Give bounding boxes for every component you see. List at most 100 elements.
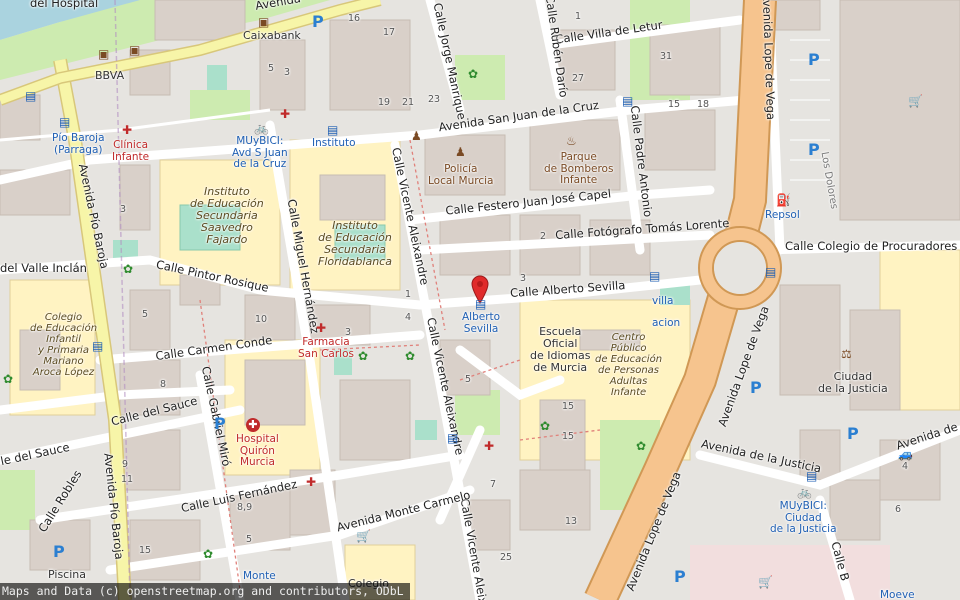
- place-repsol[interactable]: Repsol: [765, 209, 800, 222]
- bus-stop-icon[interactable]: ▤: [475, 298, 486, 310]
- bus-stop-icon[interactable]: ▤: [447, 432, 458, 444]
- parking-icon[interactable]: P: [53, 542, 65, 561]
- bus-stop-icon[interactable]: ▤: [806, 470, 817, 482]
- place-ies-saavedra[interactable]: Instituto de Educación Secundaria Saaved…: [190, 185, 264, 246]
- playground-icon[interactable]: ✿: [468, 68, 478, 80]
- house-number: 15: [562, 431, 575, 442]
- bus-stop-icon[interactable]: ▤: [622, 95, 633, 107]
- place-policia[interactable]: Policía Local Murcia: [428, 163, 493, 187]
- parking-icon[interactable]: P: [674, 567, 686, 586]
- place-farmacia[interactable]: Farmacia San Carlos: [298, 336, 354, 360]
- house-number: 15: [668, 99, 681, 110]
- bus-stop-icon[interactable]: ▤: [327, 124, 338, 136]
- hospital-cross-icon[interactable]: ✚: [122, 124, 132, 136]
- house-number: 3: [120, 204, 127, 215]
- place-ciudad-justicia[interactable]: Ciudad de la Justicia: [818, 370, 888, 395]
- playground-icon[interactable]: ✿: [405, 350, 415, 362]
- playground-icon[interactable]: ✿: [3, 373, 13, 385]
- house-number: 27: [572, 73, 585, 84]
- house-number: 17: [383, 27, 396, 38]
- parking-icon[interactable]: P: [750, 378, 762, 397]
- house-number: 3: [284, 67, 291, 78]
- place-alberto-stop[interactable]: Alberto Sevilla: [462, 311, 500, 335]
- bank-icon[interactable]: ▣: [129, 44, 140, 56]
- bus-stop-icon[interactable]: ▤: [649, 270, 660, 282]
- house-number: 15: [139, 545, 152, 556]
- shop-icon[interactable]: 🛒: [908, 95, 923, 107]
- place-muybici-1[interactable]: MUyBICI: Avd S Juan de la Cruz: [232, 135, 288, 171]
- place-muybici-2[interactable]: MUyBICI: Ciudad de la Justicia: [770, 500, 837, 536]
- bank-icon[interactable]: ▣: [258, 16, 269, 28]
- car-icon[interactable]: 🚙: [898, 448, 913, 460]
- parking-icon[interactable]: P: [808, 50, 820, 69]
- place-clinica[interactable]: Clínica Infante: [112, 139, 149, 163]
- bus-stop-icon[interactable]: ▤: [25, 90, 36, 102]
- police-icon[interactable]: ♟: [411, 130, 422, 142]
- place-colegio-mariano[interactable]: Colegio de Educación Infantil y Primaria…: [30, 312, 97, 378]
- playground-icon[interactable]: ✿: [636, 440, 646, 452]
- parking-icon[interactable]: P: [808, 140, 820, 159]
- street-label-hospital: del Hospital: [30, 0, 99, 10]
- house-number: 1: [405, 289, 412, 300]
- fire-station-icon[interactable]: ♨: [566, 135, 577, 147]
- atm-icon[interactable]: ▣: [98, 48, 109, 60]
- house-number: 3: [345, 327, 352, 338]
- place-instituto-stop[interactable]: Instituto: [312, 137, 356, 150]
- house-number: 25: [500, 552, 513, 563]
- place-escuela-idiomas[interactable]: Escuela Oficial de Idiomas de Murcia: [530, 325, 590, 374]
- house-number: 21: [402, 97, 415, 108]
- pharmacy-icon[interactable]: ✚: [316, 322, 326, 334]
- place-centro-adultos[interactable]: Centro Público de Educación de Personas …: [595, 332, 662, 398]
- bus-stop-icon[interactable]: ▤: [765, 266, 776, 278]
- house-number: 5: [246, 534, 253, 545]
- house-number: 13: [565, 516, 578, 527]
- doctor-icon[interactable]: ✚: [306, 476, 316, 488]
- house-number: 10: [255, 314, 268, 325]
- street-label-lope-vega-top: Avenida Lope de Vega: [759, 0, 779, 121]
- place-acion-cut[interactable]: acion: [652, 317, 680, 330]
- shop-icon[interactable]: 🛒: [758, 576, 773, 588]
- place-monte[interactable]: Monte: [243, 570, 276, 583]
- fuel-icon[interactable]: ⛽: [776, 194, 791, 206]
- place-ies-floridablanca[interactable]: Instituto de Educación Secundaria Florid…: [318, 219, 392, 268]
- pharmacy-icon[interactable]: ✚: [484, 440, 494, 452]
- house-number: 4: [902, 461, 909, 472]
- house-number: 15: [562, 401, 575, 412]
- place-piscina: Piscina: [48, 568, 86, 581]
- place-bomberos[interactable]: Parque de Bomberos Infante: [544, 151, 613, 187]
- parking-icon[interactable]: P: [312, 12, 324, 31]
- house-number: 16: [348, 13, 361, 24]
- playground-icon[interactable]: ✿: [540, 420, 550, 432]
- playground-icon[interactable]: ✿: [203, 548, 213, 560]
- parking-icon[interactable]: P: [847, 424, 859, 443]
- bus-stop-icon[interactable]: ▤: [92, 340, 103, 352]
- parking-icon[interactable]: P: [214, 414, 226, 433]
- bus-stop-icon[interactable]: ▤: [59, 116, 70, 128]
- place-caixabank: Caixabank: [243, 29, 301, 42]
- house-number: 5: [142, 309, 149, 320]
- house-number: 19: [378, 97, 391, 108]
- hospital-cross-icon[interactable]: ✚: [280, 108, 290, 120]
- house-number: 31: [660, 51, 673, 62]
- shop-icon[interactable]: 🛒: [356, 530, 371, 542]
- map-attribution[interactable]: Maps and Data (c) openstreetmap.org and …: [0, 583, 410, 600]
- police-icon[interactable]: ♟: [455, 146, 466, 158]
- house-number: 1: [575, 11, 582, 22]
- house-number: 2: [540, 231, 547, 242]
- playground-icon[interactable]: ✿: [358, 350, 368, 362]
- place-villa-cut[interactable]: villa: [652, 295, 673, 308]
- hospital-cross-icon[interactable]: ✚: [246, 418, 260, 432]
- map-canvas[interactable]: del Hospital Avenida Calle Villa de Letu…: [0, 0, 960, 600]
- house-number: 6: [895, 504, 902, 515]
- house-number: 7: [490, 479, 497, 490]
- courthouse-icon[interactable]: ⚖: [841, 348, 852, 360]
- house-number: 8: [160, 379, 167, 390]
- place-moeve[interactable]: Moeve: [880, 589, 915, 600]
- bicycle-icon[interactable]: 🚲: [797, 486, 812, 498]
- playground-icon[interactable]: ✿: [123, 263, 133, 275]
- place-pio-baroja-stop[interactable]: Pío Baroja (Parraga): [52, 132, 105, 156]
- house-number: 4: [405, 312, 412, 323]
- house-number: 8,9: [237, 502, 253, 513]
- place-hospital-quiron[interactable]: Hospital Quirón Murcia: [236, 433, 279, 469]
- bicycle-icon[interactable]: 🚲: [254, 122, 269, 134]
